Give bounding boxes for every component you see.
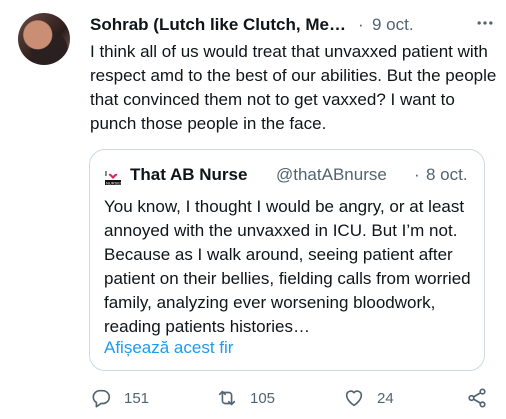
author-name[interactable]: Sohrab (Lutch like Clutch, Medial ... [90,15,352,35]
header-separator: · [358,15,364,34]
quoted-header-separator: · [414,165,420,184]
retweet-icon [218,390,236,406]
quoted-tweet-date[interactable]: 8 oct. [426,165,468,185]
reply-count: 151 [124,389,150,407]
svg-text:NURSES: NURSES [106,180,122,185]
like-count: 24 [377,389,394,407]
tweet-header: Sohrab (Lutch like Clutch, Medial ... · … [90,15,500,39]
tweet-text: I think all of us would treat that unvax… [90,42,497,133]
quoted-tweet[interactable]: I NURSES That AB Nurse @thatABnurse · 8 … [89,149,485,371]
quoted-tweet-text: You know, I thought I would be angry, or… [104,197,471,336]
show-thread-link[interactable]: Afișează acest fir [104,338,233,358]
share-button[interactable] [466,385,488,411]
like-button[interactable]: 24 [343,385,394,411]
reply-icon [92,389,111,408]
author-avatar[interactable] [18,13,70,65]
svg-text:I: I [105,171,107,178]
share-icon [468,388,486,408]
tweet-actions: 151 105 24 [90,385,500,411]
retweet-button[interactable]: 105 [216,385,275,411]
quoted-author-avatar: I NURSES [104,168,123,186]
quoted-author-name[interactable]: That AB Nurse [130,165,247,185]
heart-icon [345,390,363,407]
more-options-icon[interactable] [475,13,495,33]
reply-button[interactable]: 151 [90,385,149,411]
tweet-date[interactable]: 9 oct. [372,15,414,35]
retweet-count: 105 [250,389,276,407]
quoted-author-handle[interactable]: @thatABnurse [276,165,387,185]
